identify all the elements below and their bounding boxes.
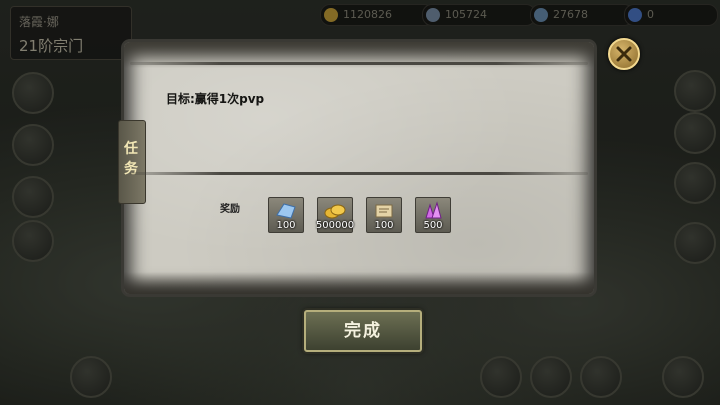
complete-button[interactable]: 完成 (304, 310, 422, 352)
reward-label: 奖励 (220, 204, 240, 215)
divider-middle (130, 172, 588, 175)
reward-item-blue-crystal[interactable]: 100 (268, 197, 304, 233)
close-button[interactable] (608, 38, 640, 70)
reward-item-purple-crystal[interactable]: 500 (415, 197, 451, 233)
purple-crystal-icon (425, 201, 442, 219)
gold-ingot-icon (324, 204, 346, 219)
reward-qty: 100 (374, 220, 394, 231)
close-icon (616, 46, 632, 62)
quest-dialog: 任务 目标:赢得1次pvp 奖励 100 500000 100 500 (118, 42, 594, 294)
reward-qty: 100 (276, 220, 296, 231)
panel-bottom-edge (124, 272, 594, 294)
reward-qty: 500 (423, 220, 443, 231)
quest-objective: 目标:赢得1次pvp (166, 92, 265, 106)
reward-item-gold-ingot[interactable]: 500000 (315, 197, 355, 233)
reward-item-scroll[interactable]: 100 (366, 197, 402, 233)
divider-top (130, 62, 588, 65)
scroll-icon (375, 204, 393, 218)
blue-crystal-icon (276, 203, 296, 219)
reward-qty: 500000 (315, 220, 355, 231)
quest-tab[interactable]: 任务 (118, 120, 146, 204)
